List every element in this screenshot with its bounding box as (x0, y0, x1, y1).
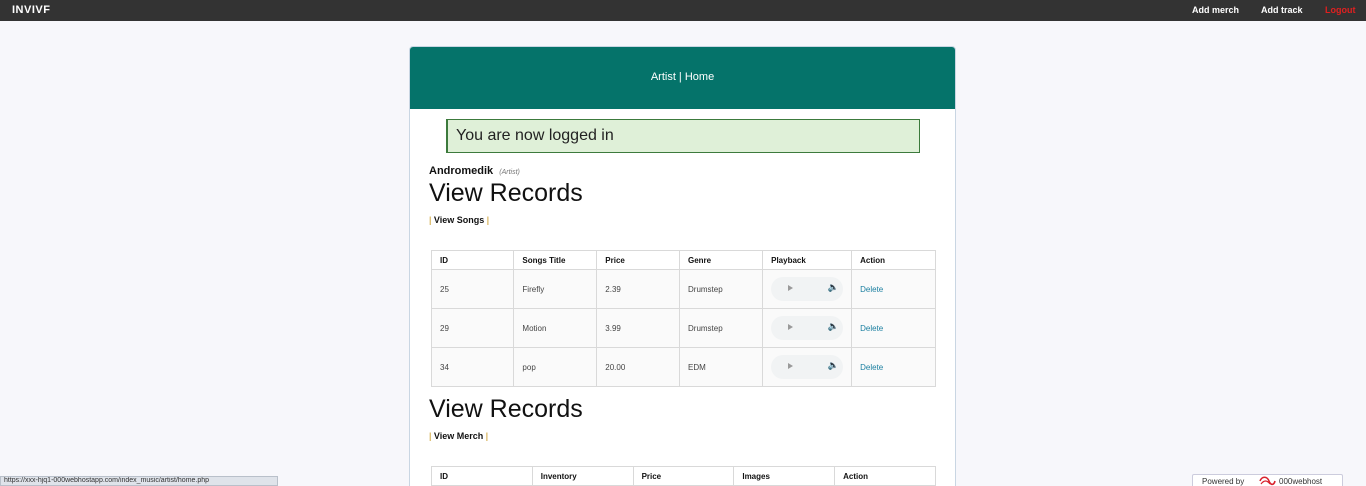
success-alert: You are now logged in (446, 119, 920, 153)
powered-by-label: Powered by (1202, 477, 1245, 486)
merch-table: ID Inventory Price Images Action (431, 466, 936, 486)
cell-id: 29 (430, 308, 515, 348)
play-icon[interactable] (788, 285, 794, 291)
column-header: Action (834, 466, 936, 486)
cell-genre: EDM (678, 347, 764, 387)
cell-price: 2.39 (596, 269, 680, 309)
view-merch-nav: | View Merch | (429, 431, 488, 441)
main-panel: Artist | Home You are now logged in Andr… (409, 46, 956, 486)
play-icon[interactable] (788, 363, 794, 369)
column-header: ID (431, 466, 533, 486)
cell-playback: 🔈 (762, 269, 853, 309)
column-header: Price (596, 250, 680, 270)
audio-player[interactable]: 🔈 (771, 316, 844, 340)
separator: | (486, 215, 490, 225)
cell-price: 20.00 (596, 347, 680, 387)
column-header: ID (430, 250, 515, 270)
separator: | (429, 215, 432, 225)
view-songs-nav: | View Songs | (429, 215, 489, 225)
separator: | (485, 431, 489, 441)
column-header: Price (632, 466, 735, 486)
cell-genre: Drumstep (678, 308, 764, 348)
column-header: Inventory (531, 466, 634, 486)
cell-genre: Drumstep (678, 269, 764, 309)
webhost-logo-icon (1259, 476, 1276, 486)
cell-playback: 🔈 (762, 308, 853, 348)
cell-title: Motion (513, 308, 598, 348)
panel-header: Artist | Home (410, 47, 955, 109)
status-url: https://xxx-hjq1-000webhostapp.com/index… (4, 477, 210, 484)
delete-link[interactable]: Delete (860, 363, 883, 372)
delete-link[interactable]: Delete (860, 324, 883, 333)
cell-title: pop (513, 347, 598, 387)
column-header: Playback (762, 250, 853, 270)
separator: | (429, 431, 432, 441)
songs-records-heading: View Records (429, 179, 583, 207)
alert-message: You are now logged in (456, 127, 614, 144)
audio-player[interactable]: 🔈 (771, 277, 844, 301)
panel-title: Artist | Home (650, 71, 715, 83)
volume-icon[interactable]: 🔈 (828, 321, 839, 332)
delete-link[interactable]: Delete (860, 285, 883, 294)
artist-name-text: Andromedik (429, 165, 494, 177)
top-navbar: INVIVF Add merch Add track Logout (0, 0, 1366, 21)
view-songs-link[interactable]: View Songs (434, 215, 484, 225)
column-header: Songs Title (513, 250, 598, 270)
add-track-link[interactable]: Add track (1261, 5, 1303, 15)
cell-id: 34 (430, 347, 515, 387)
host-name: 000webhost (1279, 477, 1323, 486)
volume-icon[interactable]: 🔈 (828, 282, 839, 293)
brand-logo[interactable]: INVIVF (12, 4, 50, 16)
view-merch-link[interactable]: View Merch (434, 431, 483, 441)
table-row: 25 Firefly 2.39 Drumstep 🔈 Delete (430, 269, 936, 309)
cell-action: Delete (851, 347, 936, 387)
songs-table: ID Songs Title Price Genre Playback Acti… (430, 250, 936, 387)
artist-name: Andromedik (Artist) (429, 165, 520, 177)
cell-playback: 🔈 (762, 347, 853, 387)
add-merch-link[interactable]: Add merch (1192, 5, 1239, 15)
play-icon[interactable] (788, 324, 794, 330)
cell-action: Delete (851, 269, 936, 309)
column-header: Action (851, 250, 936, 270)
table-row: 29 Motion 3.99 Drumstep 🔈 Delete (430, 308, 936, 348)
column-header: Genre (678, 250, 764, 270)
browser-status-bar: https://xxx-hjq1-000webhostapp.com/index… (0, 476, 278, 486)
column-header: Images (733, 466, 836, 486)
merch-records-heading: View Records (429, 395, 583, 423)
volume-icon[interactable]: 🔈 (828, 360, 839, 371)
cell-id: 25 (430, 269, 515, 309)
logout-link[interactable]: Logout (1325, 5, 1356, 15)
table-header-row: ID Songs Title Price Genre Playback Acti… (430, 250, 936, 270)
powered-by-badge[interactable]: Powered by 000webhost (1192, 474, 1343, 486)
cell-title: Firefly (513, 269, 598, 309)
cell-action: Delete (851, 308, 936, 348)
cell-price: 3.99 (596, 308, 680, 348)
table-header-row: ID Inventory Price Images Action (431, 466, 936, 486)
artist-role: (Artist) (499, 169, 520, 176)
audio-player[interactable]: 🔈 (771, 355, 844, 379)
table-row: 34 pop 20.00 EDM 🔈 Delete (430, 347, 936, 387)
